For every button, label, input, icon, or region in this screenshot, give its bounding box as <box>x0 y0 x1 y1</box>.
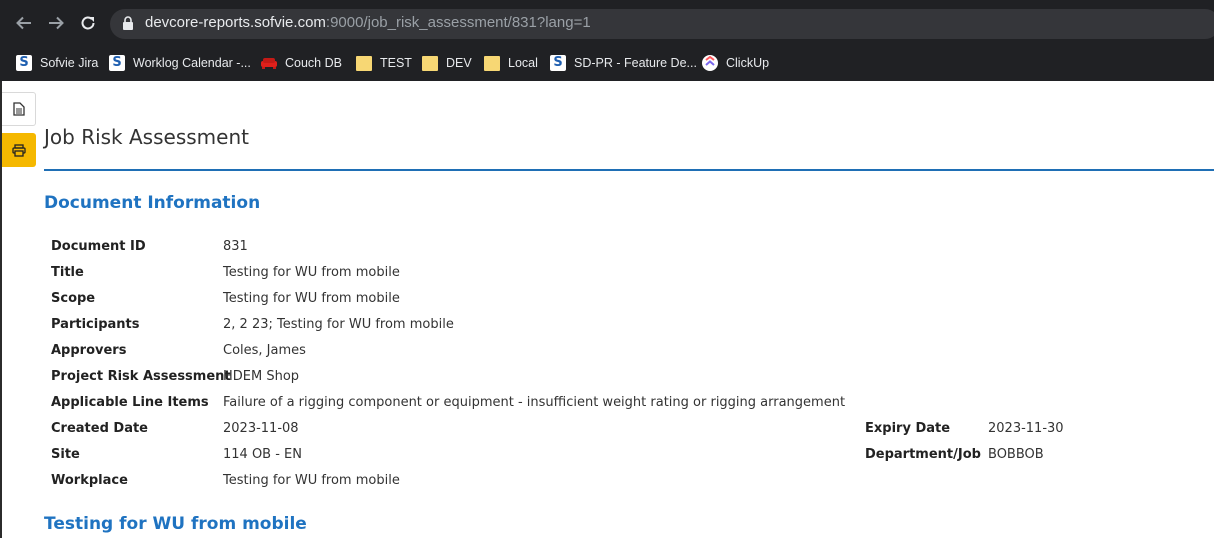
bookmark-label: DEV <box>446 56 472 70</box>
lock-icon <box>123 16 133 30</box>
arrow-left-icon <box>16 16 31 30</box>
field-label: Workplace <box>51 473 128 488</box>
section-title-testing: Testing for WU from mobile <box>44 514 307 534</box>
bookmark-label: SD-PR - Feature De... <box>574 56 697 70</box>
browser-chrome: devcore-reports.sofvie.com:9000/job_risk… <box>0 0 1214 81</box>
couch-icon <box>261 55 277 71</box>
bookmark-dev[interactable]: DEV <box>422 53 472 73</box>
forward-button[interactable] <box>44 11 68 35</box>
bookmark-local[interactable]: Local <box>484 53 538 73</box>
field-label: Created Date <box>51 421 148 436</box>
field-value: 2023-11-30 <box>988 421 1064 436</box>
field-value: 831 <box>223 239 248 254</box>
field-label: Approvers <box>51 343 127 358</box>
field-value: HDEM Shop <box>223 369 300 384</box>
sofvie-icon: S <box>16 55 32 71</box>
browser-toolbar: devcore-reports.sofvie.com:9000/job_risk… <box>0 0 1214 46</box>
page-title: Job Risk Assessment <box>44 125 249 149</box>
print-icon <box>12 143 26 157</box>
section-title-document-information: Document Information <box>44 193 261 213</box>
bookmark-test[interactable]: TEST <box>356 53 412 73</box>
field-value: Coles, James <box>223 343 306 358</box>
print-button[interactable] <box>2 133 36 167</box>
bookmark-worklog-calendar[interactable]: S Worklog Calendar -... <box>109 53 251 73</box>
field-label: Title <box>51 265 84 280</box>
field-value: 2023-11-08 <box>223 421 299 436</box>
bookmark-label: Couch DB <box>285 56 342 70</box>
field-label: Applicable Line Items <box>51 395 209 410</box>
field-label: Project Risk Assessment <box>51 369 231 384</box>
field-value: Testing for WU from mobile <box>223 265 400 280</box>
folder-icon <box>484 55 500 71</box>
bookmark-sd-pr[interactable]: S SD-PR - Feature De... <box>550 53 697 73</box>
document-icon <box>12 102 25 116</box>
field-value: Failure of a rigging component or equipm… <box>223 395 846 410</box>
bookmark-label: Sofvie Jira <box>40 56 99 70</box>
sofvie-icon: S <box>550 55 566 71</box>
folder-icon <box>356 55 372 71</box>
bookmark-label: ClickUp <box>726 56 770 70</box>
field-value: BOBBOB <box>988 447 1044 462</box>
back-button[interactable] <box>12 11 36 35</box>
url-host: devcore-reports.sofvie.com <box>145 14 326 31</box>
bookmarks-bar: S Sofvie Jira S Worklog Calendar -... Co… <box>0 46 1214 80</box>
field-label: Participants <box>51 317 140 332</box>
url-text[interactable]: devcore-reports.sofvie.com:9000/job_risk… <box>145 14 591 31</box>
reload-button[interactable] <box>76 11 100 35</box>
field-value: 114 OB - EN <box>223 447 302 462</box>
field-label: Expiry Date <box>865 421 951 436</box>
bookmark-label: Local <box>508 56 538 70</box>
document-view-button[interactable] <box>2 92 36 126</box>
arrow-right-icon <box>49 16 64 30</box>
field-label: Site <box>51 447 80 462</box>
bookmark-label: Worklog Calendar -... <box>133 56 251 70</box>
reload-icon <box>81 16 95 30</box>
field-value: Testing for WU from mobile <box>223 291 400 306</box>
field-label: Department/Job <box>865 447 981 462</box>
bookmark-clickup[interactable]: ClickUp <box>702 53 769 73</box>
bookmark-couch-db[interactable]: Couch DB <box>261 53 342 73</box>
bookmark-label: TEST <box>380 56 412 70</box>
field-label: Document ID <box>51 239 146 254</box>
field-value: Testing for WU from mobile <box>223 473 400 488</box>
folder-icon <box>422 55 438 71</box>
field-value: 2, 2 23; Testing for WU from mobile <box>223 317 454 332</box>
field-label: Scope <box>51 291 96 306</box>
bookmark-sofvie-jira[interactable]: S Sofvie Jira <box>16 53 98 73</box>
title-divider <box>44 169 1214 171</box>
clickup-icon <box>702 55 718 71</box>
sofvie-icon: S <box>109 55 125 71</box>
url-path: :9000/job_risk_assessment/831?lang=1 <box>325 14 591 31</box>
